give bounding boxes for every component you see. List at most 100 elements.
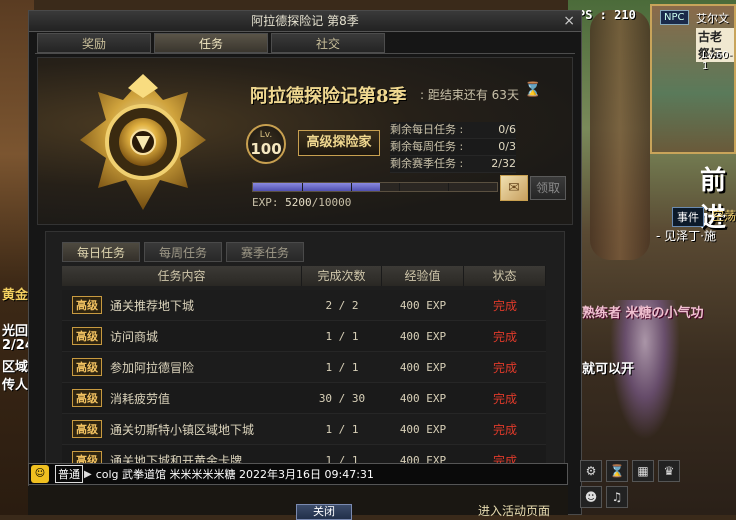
stat-daily: 剩余每日任务 : 0/6 [390,122,516,139]
xp-text: EXP: 5200/10000 [252,196,351,209]
chat-bar[interactable]: ☺ 普通 ▶ colg 武拳道馆 米米米米米糖 2022年3月16日 09:47… [28,463,568,485]
task-subtabs: 每日任务 每周任务 赛季任务 [62,242,304,262]
enter-activity-link[interactable]: 进入活动页面 [478,502,550,519]
window-titlebar[interactable]: 阿拉德探险记 第8季 × [29,11,581,32]
stat-weekly: 剩余每周任务 : 0/3 [390,139,516,156]
column-status: 状态 [464,266,546,286]
task-count: 1 / 1 [325,422,359,436]
task-cell: 高级 通关推荐地下城 [62,296,302,314]
remaining-stats: 剩余每日任务 : 0/6 剩余每周任务 : 0/3 剩余赛季任务 : 2/32 [390,122,516,173]
table-row[interactable]: 高级 消耗疲劳值 30 / 30 400 EXP 完成 [62,383,546,414]
difficulty-tag: 高级 [72,389,102,407]
event-name: 空荡 [712,209,736,223]
character-icon[interactable]: ☻ [580,486,602,508]
task-cell: 高级 参加阿拉德冒险 [62,358,302,376]
column-task: 任务内容 [62,266,302,286]
task-name: 通关切斯特小镇区域地下城 [110,422,255,437]
left-text-2: 光回 [2,324,29,339]
chevron-right-icon[interactable]: ▶ [84,469,92,480]
close-button[interactable]: 关闭 [296,504,352,520]
chat-bubble: 就可以开 [582,362,635,377]
difficulty-tag: 高级 [72,327,102,345]
level-prefix: Lv. [259,130,273,140]
hourglass-icon: ⌛ [524,82,542,98]
stat-value: 0/3 [498,140,516,153]
table-row[interactable]: 高级 通关推荐地下城 2 / 2 400 EXP 完成 [62,290,546,321]
table-row[interactable]: 高级 访问商城 1 / 1 400 EXP 完成 [62,321,546,352]
crown-icon[interactable]: ♛ [658,460,680,482]
task-xp: 400 EXP [399,422,447,436]
task-xp: 400 EXP [399,360,447,374]
grid-icon[interactable]: ▦ [632,460,654,482]
subtab-weekly[interactable]: 每周任务 [144,242,222,262]
xp-current: 5200 [285,196,312,209]
task-cell: 高级 访问商城 [62,327,302,345]
music-icon[interactable]: ♫ [606,486,628,508]
chat-emoji-icon[interactable]: ☺ [31,465,49,483]
chat-channel-select[interactable]: 普通 [55,465,83,483]
season-header: 阿拉德探险记第8季 : 距结束还有 63天 ⌛ Lv. 100 高级探险家 剩余… [37,57,573,225]
xp-tick [399,183,401,191]
left-text-1: 黄金 [2,288,29,303]
task-name: 访问商城 [110,329,159,344]
task-count: 2 / 2 [325,298,359,312]
subtab-daily[interactable]: 每日任务 [62,242,140,262]
stat-season: 剩余赛季任务 : 2/32 [390,156,516,173]
minimap[interactable]: NPC 艾尔文 古老祭坛 Lv.60-1 [650,4,736,154]
tree-trunk [590,10,650,260]
xp-progress-fill [253,183,380,191]
npc-tag: NPC [660,10,689,25]
task-xp: 400 EXP [399,391,447,405]
reward-scroll-icon[interactable]: ✉ [500,175,528,201]
main-tabs: 奖励 任务 社交 [37,33,385,53]
task-name: 通关推荐地下城 [110,298,195,313]
task-name: 参加阿拉德冒险 [110,360,195,375]
xp-max: /10000 [311,196,352,209]
task-cell: 高级 通关切斯特小镇区域地下城 [62,420,302,438]
hourglass-icon[interactable]: ⌛ [606,460,628,482]
tab-social[interactable]: 社交 [271,33,385,53]
task-status: 完成 [492,298,517,313]
task-xp: 400 EXP [399,329,447,343]
task-name: 消耗疲劳值 [110,391,171,406]
table-row[interactable]: 高级 参加阿拉德冒险 1 / 1 400 EXP 完成 [62,352,546,383]
season-title: 阿拉德探险记第8季 [250,86,407,107]
subtab-season[interactable]: 赛季任务 [226,242,304,262]
table-row[interactable]: 高级 通关切斯特小镇区域地下城 1 / 1 400 EXP 完成 [62,414,546,445]
task-cell: 高级 消耗疲劳值 [62,389,302,407]
quick-dock: ⚙ ⌛ ▦ ♛ ☻ ♫ [580,460,690,508]
close-icon[interactable]: × [563,11,575,31]
task-status: 完成 [492,329,517,344]
xp-progress-bar [252,182,498,192]
task-count: 1 / 1 [325,360,359,374]
task-status: 完成 [492,360,517,375]
adventure-season-window: 阿拉德探险记 第8季 × 奖励 任务 社交 阿拉德探险记第8季 : 距结束还有 … [28,10,582,515]
task-count: 1 / 1 [325,329,359,343]
dock-icon[interactable]: ⚙ [580,460,602,482]
fps-counter: PS : 210 [578,8,636,22]
npc-name: 艾尔文 [696,12,729,25]
task-status: 完成 [492,391,517,406]
season-emblem-icon [80,74,206,210]
stat-value: 0/6 [498,123,516,136]
difficulty-tag: 高级 [72,420,102,438]
task-count: 30 / 30 [318,391,366,405]
xp-tick [350,183,352,191]
claim-button[interactable]: 领取 [530,176,566,200]
window-title: 阿拉德探险记 第8季 [251,14,359,28]
xp-tick [301,183,303,191]
tab-divider [35,53,575,54]
days-remaining: : 距结束还有 63天 [420,88,519,102]
stat-value: 2/32 [491,157,516,170]
tab-tasks[interactable]: 任务 [154,33,268,53]
column-count: 完成次数 [302,266,382,286]
event-tag[interactable]: 事件 [672,207,704,227]
task-xp: 400 EXP [399,298,447,312]
task-list[interactable]: 高级 通关推荐地下城 2 / 2 400 EXP 完成 高级 访问商城 1 / 1 … [62,290,546,470]
tab-rewards[interactable]: 奖励 [37,33,151,53]
event-subtitle: - 见泽丁·施 [656,229,716,243]
difficulty-tag: 高级 [72,296,102,314]
column-xp: 经验值 [382,266,464,286]
stat-label: 剩余每周任务 : [390,140,464,153]
player-name: 熟练者 米糖の小气功 [582,306,704,321]
